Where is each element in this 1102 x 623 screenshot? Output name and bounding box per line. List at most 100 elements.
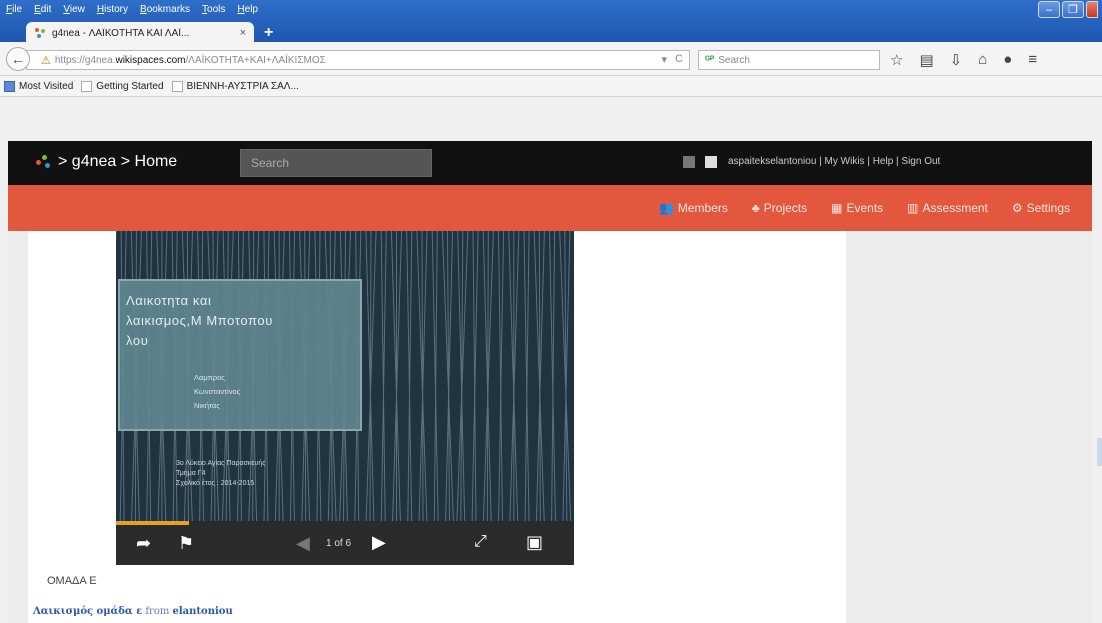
nav-events[interactable]: ▦ Events	[831, 201, 883, 215]
address-bar[interactable]: ⚠ https:// g4nea. wikispaces.com /ΛΑΪΚΟΤ…	[26, 50, 690, 70]
url-path: /ΛΑΪΚΟΤΗΤΑ+ΚΑΙ+ΛΑΪΚΙΣΜΟΣ	[185, 54, 326, 66]
download-icon[interactable]: ⇩	[950, 51, 963, 69]
nav-members[interactable]: 👥 Members	[659, 201, 728, 215]
year-line: Σχολικό έτος : 2014-2015	[176, 480, 255, 487]
menu-file[interactable]: File	[6, 4, 22, 15]
next-slide-icon[interactable]: ▶	[372, 532, 386, 553]
toolbar-icons: ☆ ▤ ⇩ ⌂ ● ≡	[890, 51, 1037, 69]
nav-projects[interactable]: ♣ Projects	[752, 201, 807, 215]
user-links[interactable]: aspaitekselantoniou | My Wikis | Help | …	[728, 156, 940, 167]
page-icon	[81, 81, 93, 92]
folder-icon	[4, 81, 15, 92]
gear-icon: ⚙	[1011, 201, 1023, 215]
slideshare-logo-icon[interactable]: ▣	[526, 532, 543, 553]
url-actions: ▾ C	[662, 53, 683, 66]
background-streak	[390, 231, 401, 521]
bookmark-label: ΒΙΕΝΝΗ-ΑΥΣΤΡΙΑ ΣΑΛ...	[186, 81, 299, 92]
header-icons	[683, 156, 717, 168]
menu-view[interactable]: View	[63, 4, 85, 15]
background-streak	[509, 231, 520, 521]
bookmarks-toolbar: Most Visited Getting Started ΒΙΕΝΝΗ-ΑΥΣΤ…	[0, 77, 1102, 97]
site-brand[interactable]: > g4nea > Home	[36, 153, 177, 171]
page-icon	[171, 81, 183, 92]
nav-settings[interactable]: ⚙ Settings	[1012, 201, 1070, 215]
dropdown-arrow-icon[interactable]: ▾	[662, 53, 668, 66]
slide-title-line: λαικισμος,Μ Μποτοπου	[126, 313, 273, 328]
tab-title: g4nea - ΛΑΪΚΟΤΗΤΑ ΚΑΙ ΛΑΪ...	[52, 27, 190, 39]
menu-bookmarks[interactable]: Bookmarks	[140, 4, 190, 15]
reading-list-icon[interactable]: ▤	[919, 51, 933, 69]
author-name: Κωνσταντίνος	[194, 387, 241, 396]
menu-tools[interactable]: Tools	[202, 4, 225, 15]
author-link[interactable]: elantoniou	[173, 606, 233, 617]
author-name: Νικήτας	[194, 401, 220, 410]
title-bar: File Edit View History Bookmarks Tools H…	[0, 0, 1102, 44]
previous-slide-icon[interactable]: ◀	[296, 533, 310, 554]
members-icon: 👥	[658, 201, 674, 215]
window-controls: – ❐	[1038, 1, 1098, 18]
nav-label: Settings	[1026, 201, 1070, 215]
from-text: from	[142, 606, 173, 617]
school-line: 3ο Λύκειο Αγίας Παρασκευής	[176, 460, 266, 467]
projects-icon: ♣	[751, 201, 760, 215]
bookmark-label: Getting Started	[96, 81, 164, 92]
share-icon[interactable]: ➦	[136, 533, 151, 554]
nav-label: Members	[677, 201, 728, 215]
chat-icon[interactable]: ●	[1003, 51, 1012, 69]
back-button[interactable]: ←	[6, 47, 30, 71]
menu-edit[interactable]: Edit	[34, 4, 51, 15]
menu-bar: File Edit View History Bookmarks Tools H…	[0, 0, 258, 18]
tab-close-icon[interactable]: ×	[240, 27, 246, 39]
tab-g4nea[interactable]: g4nea - ΛΑΪΚΟΤΗΤΑ ΚΑΙ ΛΑΪ... ×	[26, 22, 254, 44]
profile-icon[interactable]	[705, 156, 717, 168]
bookmark-star-icon[interactable]: ☆	[890, 51, 903, 69]
fullscreen-icon[interactable]: ⤢	[474, 533, 487, 551]
site-nav: 👥 Members ♣ Projects ▦ Events ▥ Assessme…	[659, 201, 1070, 215]
tab-strip: g4nea - ΛΑΪΚΟΤΗΤΑ ΚΑΙ ΛΑΪ... × +	[0, 18, 1102, 44]
background-streak	[392, 231, 403, 521]
menu-help[interactable]: Help	[237, 4, 258, 15]
flag-icon[interactable]: ⚑	[178, 533, 194, 554]
reload-icon[interactable]: C	[675, 53, 683, 66]
site-search-input[interactable]: Search	[240, 149, 432, 177]
chart-icon: ▥	[907, 201, 919, 215]
slideshow-embed[interactable]: Λαικοτητα και λαικισμος,Μ Μποτοπου λου Λ…	[116, 231, 574, 521]
new-tab-button[interactable]: +	[264, 24, 273, 42]
calendar-icon: ▦	[831, 201, 843, 215]
bookmark-getting-started[interactable]: Getting Started	[81, 81, 164, 92]
menu-icon[interactable]: ≡	[1028, 51, 1037, 69]
class-line: Τμήμα Γ4	[176, 470, 206, 477]
maximize-button[interactable]: ❐	[1062, 1, 1084, 18]
breadcrumb: > g4nea > Home	[58, 153, 178, 170]
bookmark-most-visited[interactable]: Most Visited	[4, 81, 73, 92]
close-button[interactable]	[1086, 1, 1098, 18]
minimize-button[interactable]: –	[1038, 1, 1060, 18]
left-gutter	[8, 231, 28, 623]
slide-controls: ➦ ⚑ ◀ 1 of 6 ▶ ⤢ ▣	[116, 525, 574, 565]
g4nea-logo-icon	[36, 155, 52, 169]
slide-authors: Λαμπρος Κωνσταντίνος Νικήτας	[194, 371, 240, 413]
nav-label: Assessment	[922, 201, 988, 215]
scrollbar-marker[interactable]	[1097, 438, 1102, 466]
slide-title-line: Λαικοτητα και	[126, 293, 212, 308]
nav-label: Events	[846, 201, 884, 215]
presentation-title-link[interactable]: Λαικισμός ομάδα ε	[33, 606, 142, 617]
group-label: ΟΜΑΔΑ Ε	[47, 575, 97, 587]
bookmark-vienna[interactable]: ΒΙΕΝΝΗ-ΑΥΣΤΡΙΑ ΣΑΛ...	[171, 81, 299, 92]
home-icon[interactable]: ⌂	[978, 51, 987, 69]
navigation-bar: ⚠ https:// g4nea. wikispaces.com /ΛΑΪΚΟΤ…	[0, 42, 1102, 76]
search-box[interactable]: ᴳᴾ Search	[698, 50, 880, 70]
right-sidebar	[846, 231, 1092, 623]
site-header: > g4nea > Home Search aspaitekselantonio…	[8, 141, 1092, 185]
presentation-link[interactable]: Λαικισμός ομάδα ε from elantoniou	[33, 606, 233, 617]
page-counter: 1 of 6	[326, 538, 352, 549]
notifications-icon[interactable]	[683, 156, 695, 168]
slide-footer: 3ο Λύκειο Αγίας Παρασκευής Τμήμα Γ4 Σχολ…	[176, 459, 266, 489]
url-prefix: https://	[54, 54, 85, 66]
site-nav-bar: 👥 Members ♣ Projects ▦ Events ▥ Assessme…	[8, 185, 1092, 231]
menu-history[interactable]: History	[97, 4, 128, 15]
search-engine-icon: ᴳᴾ	[705, 54, 715, 66]
nav-assessment[interactable]: ▥ Assessment	[907, 201, 988, 215]
wikispaces-favicon-icon	[35, 28, 45, 38]
slide-title-line: λου	[126, 333, 149, 348]
